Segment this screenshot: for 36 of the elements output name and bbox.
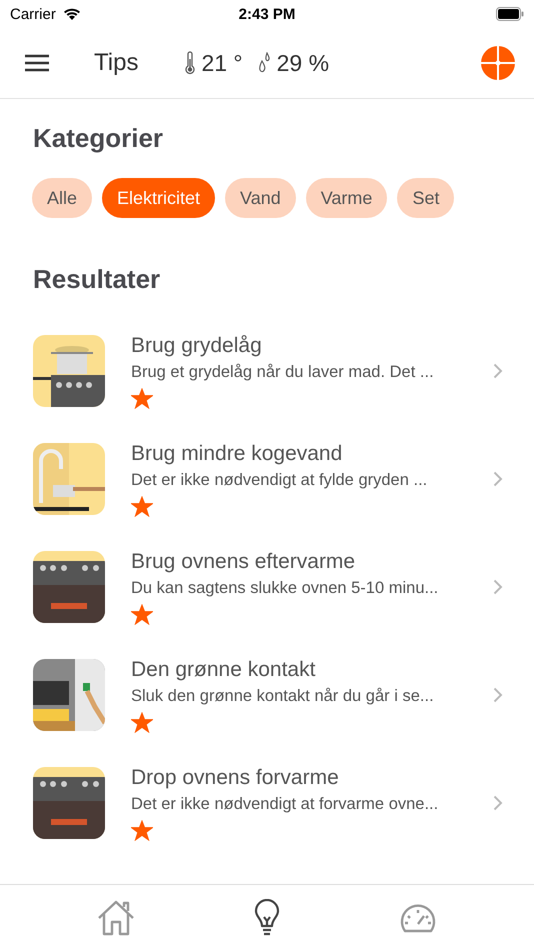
chevron-icon[interactable] [493, 795, 503, 811]
wifi-icon [62, 7, 82, 21]
tip-title: Brug mindre kogevand [131, 442, 344, 466]
tip-title: Brug grydelåg [131, 334, 263, 358]
category-chip[interactable]: Varme [306, 178, 388, 218]
screen-title: Tips [94, 49, 138, 77]
humidity-reading: 29 % [276, 50, 330, 76]
tip-title: Drop ovnens forvarme [131, 766, 340, 790]
chevron-icon[interactable] [493, 471, 503, 487]
category-chip[interactable]: Set [397, 178, 454, 218]
lightbulb-icon[interactable] [254, 898, 280, 936]
chevron-icon[interactable] [493, 363, 503, 379]
logo-icon[interactable] [480, 45, 516, 81]
temperature-reading: 21 ° [201, 50, 243, 76]
menu-icon[interactable] [25, 54, 49, 72]
tip-description: Sluk den grønne kontakt når du går i se... [131, 686, 435, 706]
chevron-icon[interactable] [493, 579, 503, 595]
thermometer-icon [185, 51, 196, 75]
tip-description: Det er ikke nødvendigt at forvarme ovne... [131, 794, 440, 814]
chevron-icon[interactable] [493, 687, 503, 703]
section-heading: Resultater [33, 264, 162, 295]
home-icon[interactable] [96, 900, 135, 936]
category-chip[interactable]: Alle [32, 178, 92, 218]
battery-icon [496, 7, 524, 21]
tip-title: Brug ovnens eftervarme [131, 550, 356, 574]
category-chip[interactable]: Vand [225, 178, 296, 218]
section-heading: Kategorier [33, 123, 164, 154]
tip-description: Du kan sagtens slukke ovnen 5-10 minu... [131, 578, 440, 598]
gauge-icon[interactable] [399, 902, 438, 934]
tip-title: Den grønne kontakt [131, 658, 316, 682]
tip-description: Brug et grydelåg når du laver mad. Det ... [131, 362, 435, 382]
droplets-icon [256, 52, 271, 74]
category-chip[interactable]: Elektricitet [102, 178, 216, 218]
carrier-name: Carrier [10, 6, 56, 22]
tip-description: Det er ikke nødvendigt at fylde gryden ... [131, 470, 428, 490]
status-time: 2:43 PM [238, 6, 296, 22]
